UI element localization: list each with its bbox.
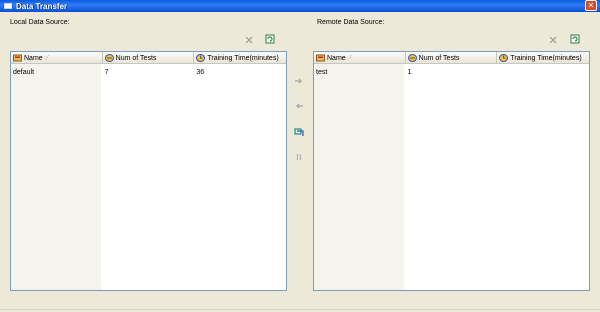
sort-icon: ⁄ <box>349 54 351 62</box>
sort-icon: ⁄ <box>46 54 48 62</box>
test-icon <box>407 54 417 62</box>
remote-table-header: Name ⁄ Num of Tests Training Time(minute… <box>314 52 589 64</box>
table-row[interactable]: default 7 36 <box>11 68 286 78</box>
test-icon <box>104 54 114 62</box>
local-column-time[interactable]: Training Time(minutes) <box>194 52 286 64</box>
remote-column-tests[interactable]: Num of Tests <box>406 52 498 64</box>
remote-refresh-icon[interactable] <box>570 34 580 44</box>
pause-icon[interactable] <box>294 152 304 162</box>
clock-icon <box>196 54 206 62</box>
table-row[interactable]: test 1 <box>314 68 589 78</box>
window-icon <box>4 3 12 9</box>
remote-column-time[interactable]: Training Time(minutes) <box>497 52 589 64</box>
close-button[interactable]: ✕ <box>585 0 597 11</box>
remote-column-name[interactable]: Name ⁄ <box>314 52 406 64</box>
database-icon <box>13 54 22 62</box>
local-column-name[interactable]: Name ⁄ <box>11 52 103 64</box>
remote-source-label: Remote Data Source: <box>317 19 385 26</box>
move-right-icon[interactable] <box>294 76 304 86</box>
clock-icon <box>499 54 509 62</box>
local-column-tests[interactable]: Num of Tests <box>103 52 195 64</box>
local-source-label: Local Data Source: <box>10 19 70 26</box>
local-table-header: Name ⁄ Num of Tests Training Time(minute… <box>11 52 286 64</box>
remote-data-table[interactable]: Name ⁄ Num of Tests Training Time(minute… <box>313 51 590 291</box>
window-title: Data Transfer <box>16 1 68 11</box>
remote-delete-icon[interactable] <box>548 35 558 45</box>
sync-icon[interactable] <box>294 127 304 137</box>
local-data-table[interactable]: Name ⁄ Num of Tests Training Time(minute… <box>10 51 287 291</box>
title-bar: Data Transfer ✕ <box>0 0 600 12</box>
local-refresh-icon[interactable] <box>265 34 275 44</box>
local-delete-icon[interactable] <box>244 35 254 45</box>
move-left-icon[interactable] <box>294 101 304 111</box>
database-icon <box>316 54 325 62</box>
